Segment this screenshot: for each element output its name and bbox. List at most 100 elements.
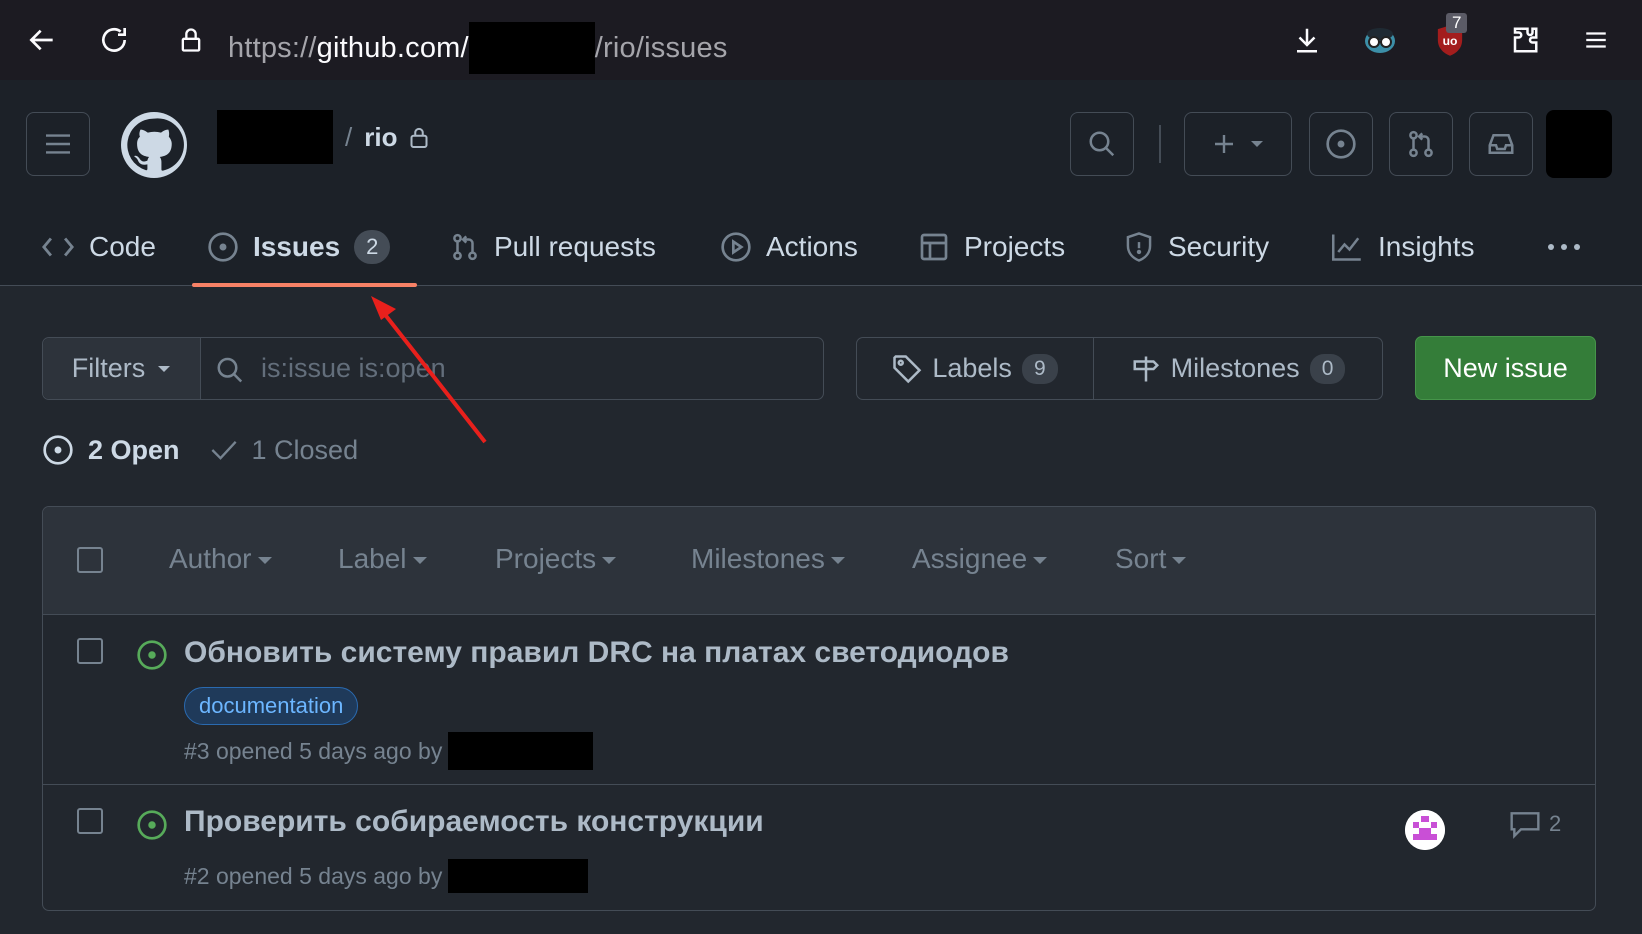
caret-down-icon [1033, 557, 1048, 564]
table-icon [920, 233, 948, 261]
kebab-horizontal-icon [1548, 244, 1580, 250]
issue-opened-icon [208, 232, 238, 262]
issue-search-bar: Filters is:issue is:open [42, 337, 824, 400]
menu-icon[interactable] [1574, 18, 1618, 62]
filter-label: Assignee [912, 543, 1028, 574]
check-icon [211, 441, 237, 460]
milestones-label: Milestones [1170, 353, 1300, 383]
issue-checkbox[interactable] [77, 808, 103, 834]
milestones-filter[interactable]: Milestones [691, 543, 845, 575]
author-filter[interactable]: Author [169, 543, 272, 575]
closed-issues-link[interactable]: 1 Closed [210, 435, 358, 466]
labels-label: Labels [932, 353, 1012, 383]
issue-row: Обновить систему правил DRC на платах св… [43, 615, 1595, 785]
triangle-down-icon [158, 365, 171, 372]
lock-icon [410, 127, 428, 148]
filter-label: Author [169, 543, 252, 574]
download-icon[interactable] [1285, 18, 1329, 62]
issue-opened-icon [43, 435, 73, 465]
more-tabs-button[interactable] [1546, 208, 1582, 286]
tab-label: Actions [766, 231, 858, 262]
labels-button[interactable]: Labels 9 [857, 338, 1094, 399]
caret-down-icon [830, 557, 845, 564]
tab-label: Security [1168, 231, 1270, 262]
header-divider [1159, 125, 1161, 163]
extensions-icon[interactable] [1503, 18, 1547, 62]
tab-label: Pull requests [494, 231, 656, 262]
sort-dropdown[interactable]: Sort [1115, 543, 1187, 575]
assignee-filter[interactable]: Assignee [912, 543, 1048, 575]
three-bars-icon [46, 134, 70, 154]
issues-list: Author Label Projects Milestones Assigne… [42, 506, 1596, 911]
pull-request-icon [453, 233, 477, 261]
shield-icon [1126, 232, 1152, 262]
select-all-checkbox[interactable] [77, 547, 103, 573]
new-issue-button[interactable]: New issue [1415, 336, 1596, 400]
pull-requests-button[interactable] [1389, 112, 1453, 176]
issues-button[interactable] [1309, 112, 1373, 176]
svg-text:uo: uo [1443, 34, 1458, 48]
inbox-button[interactable] [1469, 112, 1533, 176]
redacted-author-link[interactable] [448, 732, 594, 770]
search-input[interactable]: is:issue is:open [201, 338, 823, 399]
reload-icon[interactable] [92, 18, 136, 62]
avatar-button[interactable] [1546, 110, 1612, 178]
search-icon [217, 357, 243, 382]
open-issues-label: 2 Open [88, 434, 180, 465]
breadcrumb: / rio [217, 110, 429, 164]
address-bar[interactable]: https://github.com/ /rio/issues [228, 22, 728, 74]
tab-projects[interactable]: Projects [918, 208, 1065, 286]
issue-state-tabs: 2 Open 1 Closed [42, 434, 358, 466]
tab-label: Insights [1378, 231, 1475, 262]
inbox-icon [1488, 134, 1514, 154]
tab-code[interactable]: Code [41, 208, 156, 286]
issue-title-link[interactable]: Проверить собираемость конструкции [184, 805, 764, 839]
caret-down-icon [412, 557, 427, 564]
tab-security[interactable]: Security [1124, 208, 1269, 286]
comment-icon [1510, 812, 1540, 839]
issue-opened-icon [137, 640, 167, 670]
pull-request-icon [1409, 130, 1433, 158]
redacted-owner [468, 22, 595, 74]
issue-checkbox[interactable] [77, 638, 103, 664]
ublock-count-badge: 7 [1446, 13, 1468, 33]
tab-insights[interactable]: Insights [1330, 208, 1475, 286]
privacy-badger-icon[interactable] [1358, 18, 1402, 62]
search-button[interactable] [1070, 112, 1134, 176]
issues-count-badge: 2 [354, 230, 391, 264]
create-new-button[interactable] [1184, 112, 1292, 176]
issue-label-badge[interactable]: documentation [184, 687, 359, 725]
filter-label: Milestones [691, 543, 825, 574]
redacted-author-link[interactable] [448, 859, 589, 893]
tab-pull-requests[interactable]: Pull requests [450, 208, 656, 286]
issue-row: Проверить собираемость конструкции #2 op… [43, 785, 1595, 910]
issue-meta: #3 opened 5 days ago by [184, 732, 594, 770]
url-prefix: https:// [228, 31, 317, 64]
comments-link[interactable]: 2 [1509, 809, 1561, 839]
milestones-button[interactable]: Milestones 0 [1094, 338, 1382, 399]
github-logo[interactable] [121, 112, 187, 178]
lock-icon [169, 18, 213, 62]
graph-icon [1332, 234, 1361, 261]
hamburger-button[interactable] [26, 112, 90, 176]
open-issues-link[interactable]: 2 Open [42, 434, 180, 466]
tab-label: Code [89, 231, 156, 262]
back-icon[interactable] [20, 18, 64, 62]
assignee-avatar[interactable] [1405, 810, 1445, 850]
breadcrumb-separator: / [345, 121, 353, 152]
filters-dropdown-button[interactable]: Filters [43, 338, 201, 399]
repo-name-link[interactable]: rio [364, 122, 397, 153]
issues-list-header: Author Label Projects Milestones Assigne… [43, 507, 1595, 615]
filters-label: Filters [71, 353, 146, 383]
redacted-owner-link[interactable] [217, 110, 333, 164]
play-icon [721, 232, 751, 262]
milestone-icon [1133, 356, 1159, 381]
tab-actions[interactable]: Actions [720, 208, 858, 286]
search-icon [1089, 131, 1115, 157]
projects-filter[interactable]: Projects [495, 543, 617, 575]
label-filter[interactable]: Label [338, 543, 427, 575]
tab-issues[interactable]: Issues 2 [207, 208, 391, 286]
caret-down-icon [602, 557, 617, 564]
filter-label: Sort [1115, 543, 1167, 574]
issue-title-link[interactable]: Обновить систему правил DRC на платах св… [184, 636, 1009, 670]
